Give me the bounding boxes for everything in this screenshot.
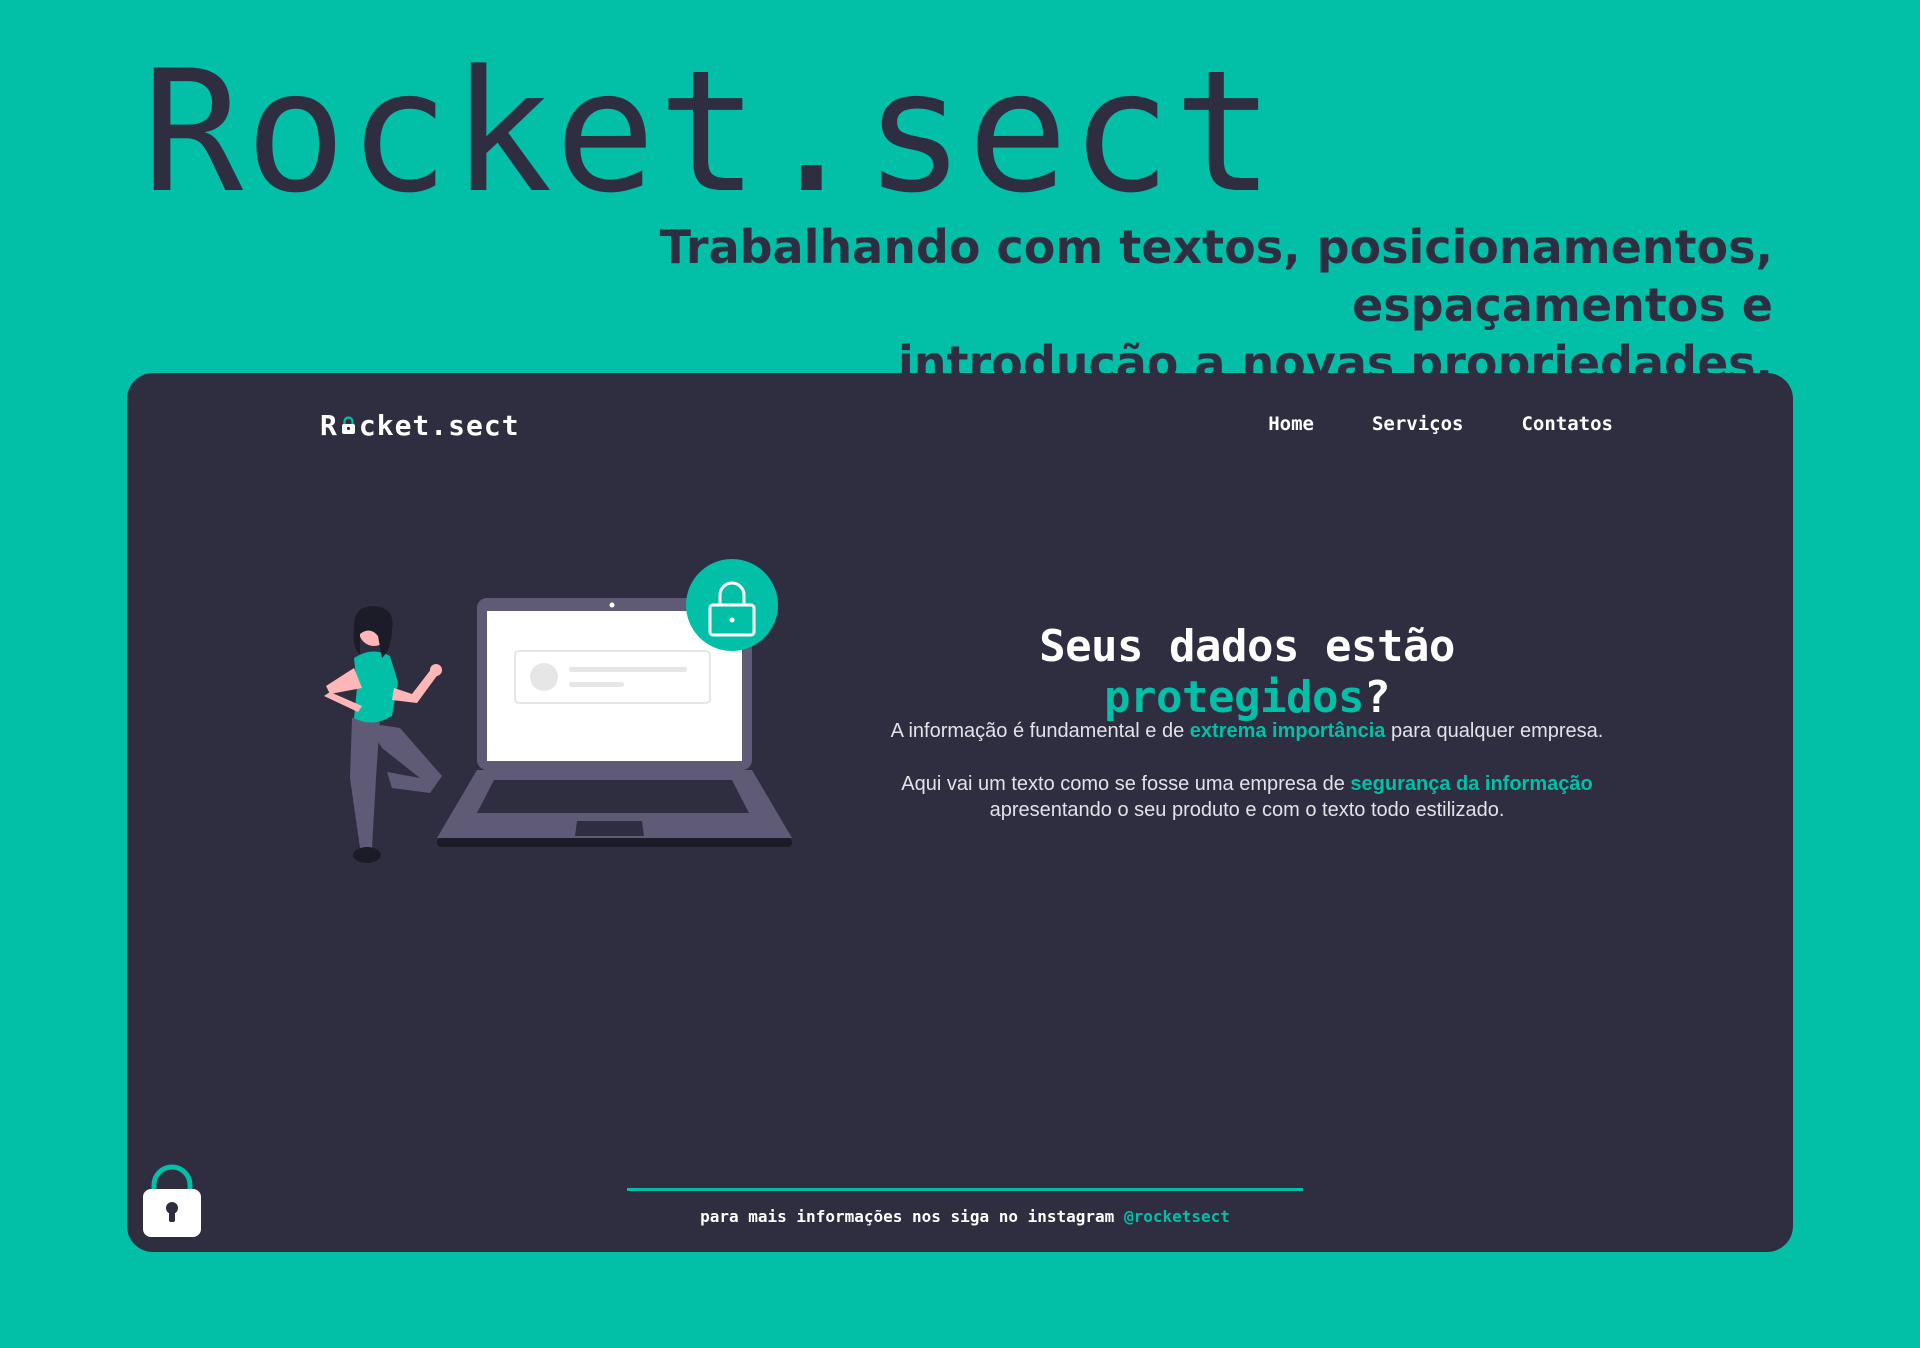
page-title: Rocket.sect bbox=[142, 34, 1277, 230]
person-illustration bbox=[324, 606, 442, 863]
main-nav: Home Serviços Contatos bbox=[1268, 413, 1613, 435]
description-paragraph: Aqui vai um texto como se fosse uma empr… bbox=[887, 771, 1607, 823]
paragraph-text: para qualquer empresa. bbox=[1385, 720, 1604, 742]
nav-services[interactable]: Serviços bbox=[1372, 413, 1464, 435]
nav-contacts[interactable]: Contatos bbox=[1521, 413, 1613, 435]
logo-suffix: cket.sect bbox=[358, 409, 520, 442]
paragraph-text: A informação é fundamental e de bbox=[890, 720, 1190, 742]
nav-home[interactable]: Home bbox=[1268, 413, 1314, 435]
heading-text: Seus dados estão bbox=[1039, 621, 1455, 672]
intro-paragraph: A informação é fundamental e de extrema … bbox=[887, 718, 1607, 744]
instagram-link[interactable]: @rocketsect bbox=[1124, 1207, 1230, 1226]
corner-lock-icon bbox=[143, 1164, 201, 1237]
section-heading: Seus dados estão protegidos? bbox=[887, 621, 1607, 723]
website-preview-card: R cket.sect Home Serviços Contatos Seus … bbox=[127, 373, 1793, 1252]
heading-highlight: protegidos bbox=[1104, 672, 1364, 723]
site-logo[interactable]: R cket.sect bbox=[320, 409, 520, 442]
page-subtitle: Trabalhando com textos, posicionamentos,… bbox=[273, 218, 1773, 392]
paragraph-highlight: segurança da informação bbox=[1350, 773, 1593, 795]
heading-end: ? bbox=[1363, 672, 1391, 723]
padlock-badge-icon bbox=[686, 559, 778, 651]
paragraph-text: Aqui vai um texto como se fosse uma empr… bbox=[901, 773, 1351, 795]
lock-icon bbox=[341, 416, 356, 434]
logo-prefix: R bbox=[320, 409, 338, 442]
footer-text: para mais informações nos siga no instag… bbox=[627, 1207, 1303, 1226]
footer-divider bbox=[627, 1188, 1303, 1191]
paragraph-highlight: extrema importância bbox=[1189, 720, 1386, 742]
security-illustration bbox=[324, 559, 792, 863]
paragraph-text: apresentando o seu produto e com o texto… bbox=[989, 799, 1505, 821]
subtitle-line-1: Trabalhando com textos, posicionamentos,… bbox=[659, 220, 1773, 332]
footer-message: para mais informações nos siga no instag… bbox=[700, 1207, 1124, 1226]
